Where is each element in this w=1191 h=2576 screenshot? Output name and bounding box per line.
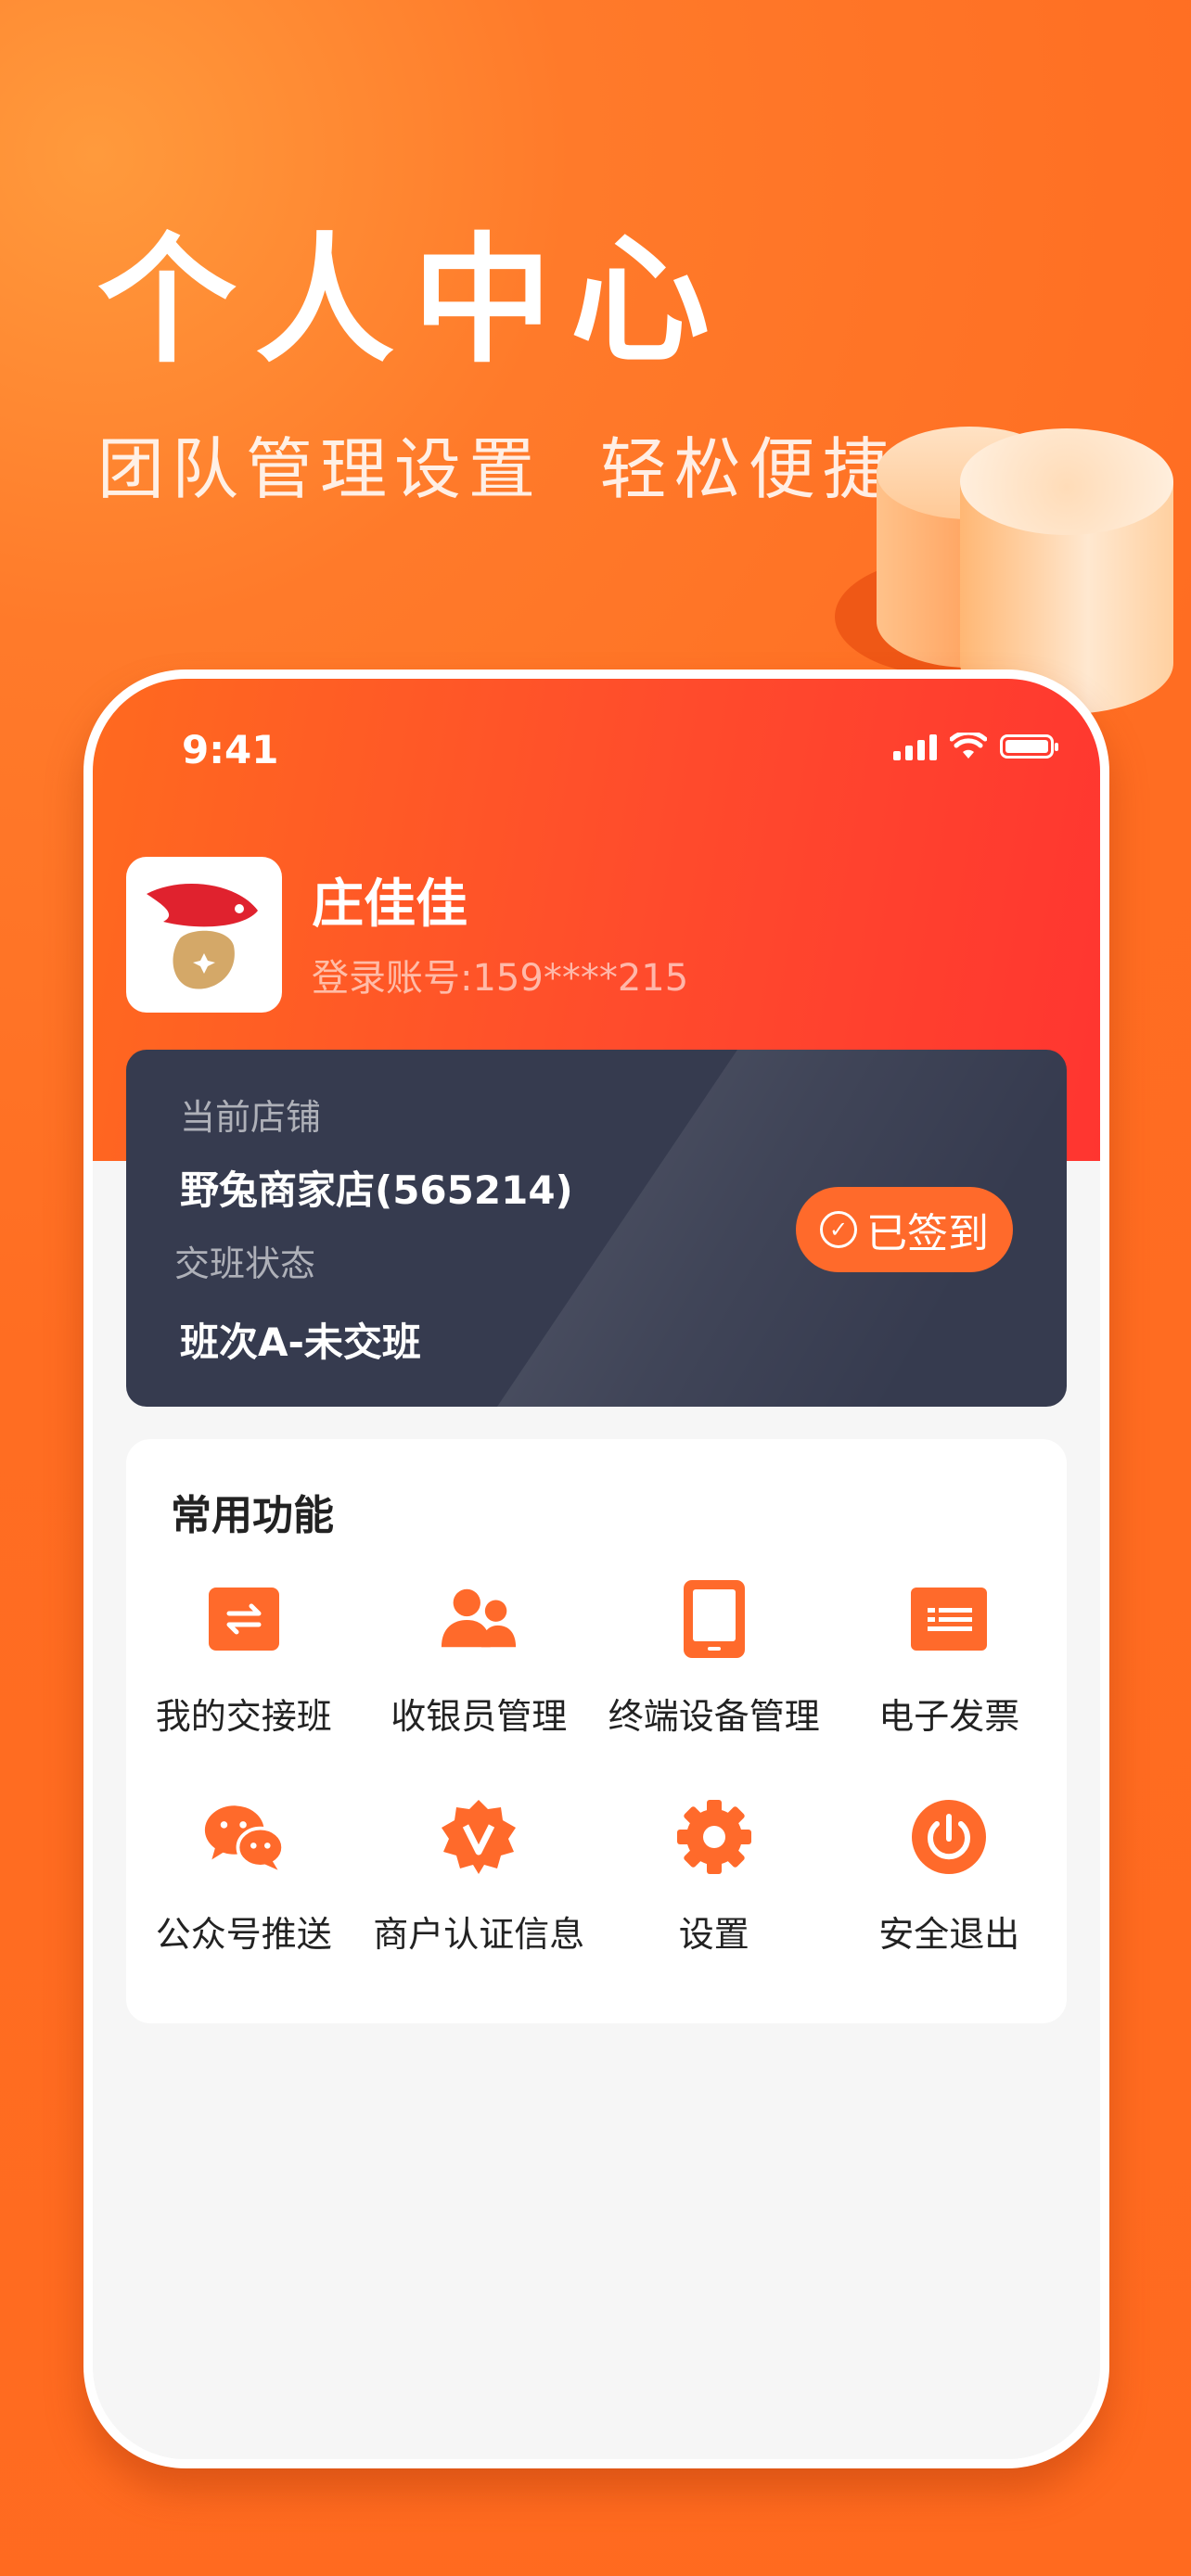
user-name: 庄佳佳	[312, 874, 467, 935]
shift-status: 班次A-未交班	[180, 1320, 421, 1365]
promo-title: 个人中心	[97, 221, 729, 382]
status-time: 9:41	[182, 727, 279, 772]
shift-label: 交班状态	[174, 1243, 316, 1284]
store-name: 野兔商家店(565214)	[180, 1167, 573, 1213]
function-label: 安全退出	[878, 1914, 1020, 1955]
functions-grid: 我的交接班 收银员管理 终端设备管理 电子发票 公众号推送 商户认证信息 设置 …	[126, 1578, 1067, 2014]
function-settings[interactable]: 设置	[596, 1796, 832, 2014]
promo-subtitle: 团队管理设置 轻松便捷	[97, 430, 897, 508]
function-logout[interactable]: 安全退出	[832, 1796, 1068, 2014]
signed-in-label: 已签到	[866, 1210, 989, 1257]
app-screen: 9:41 庄佳佳 登录账号:159****215 当前店铺 野兔商家店(5652…	[93, 679, 1100, 2459]
shift-exchange-icon	[203, 1578, 285, 1660]
function-merchant-verification[interactable]: 商户认证信息	[362, 1796, 597, 2014]
power-icon	[908, 1796, 990, 1878]
wifi-icon	[950, 733, 987, 759]
user-account: 登录账号:159****215	[312, 957, 689, 1000]
function-label: 终端设备管理	[608, 1696, 820, 1737]
rabbit-logo-icon	[147, 883, 258, 989]
status-icons	[893, 733, 1058, 760]
common-functions-card: 常用功能 我的交接班 收银员管理 终端设备管理 电子发票 公众号推送 商户认证信…	[126, 1439, 1067, 2023]
gear-icon	[673, 1796, 755, 1878]
verified-badge-icon	[438, 1796, 519, 1878]
function-official-account-push[interactable]: 公众号推送	[126, 1796, 362, 2014]
signed-in-button[interactable]: ✓ 已签到	[796, 1187, 1013, 1272]
tablet-device-icon	[673, 1578, 755, 1660]
wechat-icon	[203, 1796, 285, 1878]
store-card: 当前店铺 野兔商家店(565214) 交班状态 班次A-未交班 ✓ 已签到	[126, 1050, 1067, 1407]
avatar[interactable]	[126, 857, 282, 1013]
function-terminal-management[interactable]: 终端设备管理	[596, 1578, 832, 1796]
function-label: 我的交接班	[155, 1696, 332, 1737]
store-label: 当前店铺	[180, 1097, 322, 1138]
function-e-invoice[interactable]: 电子发票	[832, 1578, 1068, 1796]
function-my-shift[interactable]: 我的交接班	[126, 1578, 362, 1796]
signal-icon	[893, 733, 937, 760]
function-label: 公众号推送	[155, 1914, 332, 1955]
function-label: 收银员管理	[391, 1696, 568, 1737]
functions-title: 常用功能	[171, 1492, 334, 1539]
function-label: 商户认证信息	[373, 1914, 585, 1955]
function-label: 设置	[678, 1914, 749, 1955]
battery-icon	[1000, 734, 1058, 759]
function-label: 电子发票	[878, 1696, 1020, 1737]
check-circle-icon: ✓	[820, 1211, 857, 1248]
phone-mockup: 9:41 庄佳佳 登录账号:159****215 当前店铺 野兔商家店(5652…	[83, 670, 1109, 2468]
cashier-users-icon	[438, 1578, 519, 1660]
invoice-icon	[908, 1578, 990, 1660]
function-cashier-management[interactable]: 收银员管理	[362, 1578, 597, 1796]
